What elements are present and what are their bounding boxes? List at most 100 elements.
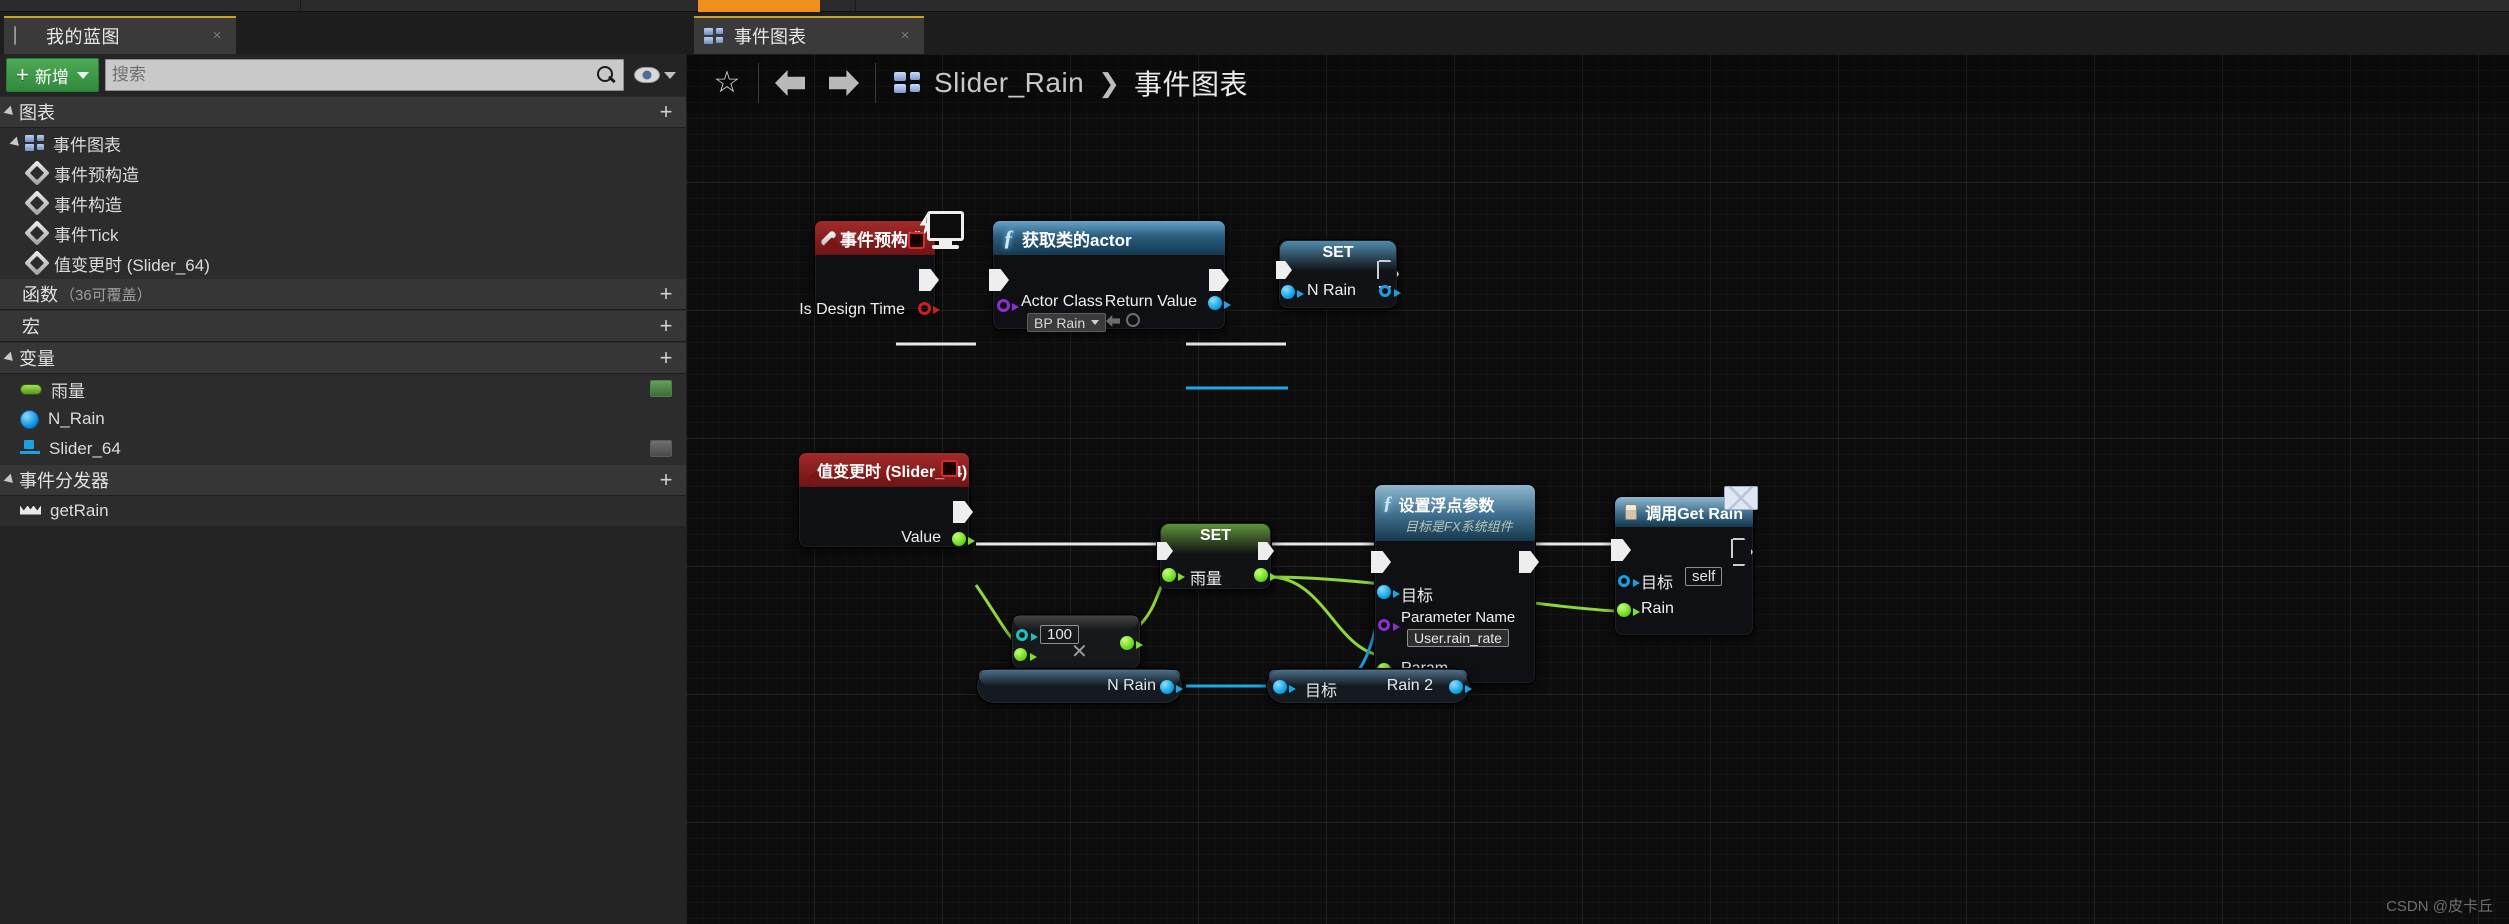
- exec-output-pin[interactable]: [953, 501, 973, 523]
- exec-output-pin[interactable]: [1377, 261, 1393, 279]
- parameter-name-input[interactable]: User.rain_rate: [1407, 629, 1509, 647]
- use-selected-icon[interactable]: [1106, 315, 1120, 327]
- stop-icon[interactable]: [941, 460, 958, 477]
- pin-label-rain: Rain: [1641, 600, 1674, 617]
- n-rain-input-pin[interactable]: [1281, 285, 1304, 299]
- add-dispatcher-button[interactable]: +: [656, 469, 676, 491]
- multiply-input-a-pin[interactable]: [1016, 629, 1038, 641]
- section-graphs[interactable]: 图表 +: [0, 96, 686, 128]
- add-variable-button[interactable]: +: [656, 347, 676, 369]
- rainfall-input-pin[interactable]: [1162, 568, 1185, 582]
- tab-event-graph[interactable]: 事件图表 ×: [694, 16, 924, 54]
- toolbar-item-browse[interactable]: [340, 0, 430, 12]
- actor-class-input-pin[interactable]: [997, 299, 1019, 312]
- exec-input-pin[interactable]: [1371, 551, 1391, 573]
- event-graph-canvas[interactable]: ☆ Slider_Rain ❯ 事件图表 事件预构造 Is Design Tim…: [686, 54, 2509, 924]
- search-icon[interactable]: [595, 64, 617, 86]
- diamond-icon: [24, 160, 50, 186]
- target-input-pin[interactable]: [1273, 680, 1296, 694]
- exec-input-pin[interactable]: [1611, 539, 1631, 561]
- exec-output-pin[interactable]: [1209, 269, 1229, 291]
- tab-my-blueprint[interactable]: 我的蓝图 ×: [4, 16, 236, 54]
- close-icon[interactable]: ×: [210, 28, 224, 43]
- tree-item-variable-rainfall[interactable]: 雨量: [0, 374, 686, 404]
- back-button[interactable]: [763, 55, 817, 111]
- expand-twisty-icon[interactable]: [3, 473, 17, 487]
- stop-icon[interactable]: [908, 232, 925, 249]
- target-input-pin[interactable]: [1377, 585, 1400, 599]
- diamond-icon: [24, 190, 50, 216]
- tree-item-label: 事件构造: [54, 195, 122, 215]
- target-input-pin[interactable]: [1618, 575, 1640, 587]
- add-graph-button[interactable]: +: [656, 101, 676, 123]
- node-set-rainfall[interactable]: SET 雨量: [1157, 522, 1277, 590]
- exec-output-pin[interactable]: [1731, 539, 1747, 558]
- tree-item-event-construct[interactable]: 事件构造: [0, 188, 686, 218]
- pin-label-target: 目标: [1641, 575, 1674, 592]
- add-macro-button[interactable]: +: [656, 315, 676, 337]
- section-macros[interactable]: 宏 +: [0, 310, 686, 342]
- app-root: 我的蓝图 × + 新增 图表 +: [0, 0, 2509, 924]
- node-get-n-rain[interactable]: N Rain: [976, 668, 1183, 704]
- tree-item-event-graph[interactable]: 事件图表: [0, 128, 686, 158]
- return-value-output-pin[interactable]: [1208, 296, 1231, 310]
- target-self-value[interactable]: self: [1685, 567, 1723, 586]
- multiply-operator-icon: ✕: [1071, 641, 1088, 663]
- tree-item-dispatcher-getrain[interactable]: getRain: [0, 496, 686, 526]
- visibility-dropdown-button[interactable]: [630, 67, 680, 83]
- node-get-actor-of-class[interactable]: ƒ 获取类的actor Actor Class BP Rain Return V…: [989, 220, 1231, 332]
- rainfall-output-pin[interactable]: [1254, 568, 1277, 582]
- forward-button[interactable]: [817, 55, 871, 111]
- n-rain-output-pin[interactable]: [1379, 285, 1401, 297]
- toolbar-item-diff[interactable]: [885, 0, 955, 12]
- multiply-input-b-pin[interactable]: [1014, 648, 1037, 661]
- search-input[interactable]: [111, 65, 595, 85]
- node-title: SET: [1199, 527, 1232, 544]
- variable-visibility-badge[interactable]: [650, 440, 672, 457]
- is-design-time-output-pin[interactable]: [918, 302, 940, 315]
- parameter-name-input-pin[interactable]: [1378, 619, 1400, 631]
- search-box[interactable]: [104, 59, 624, 91]
- exec-output-pin[interactable]: [1258, 542, 1274, 560]
- pin-label-is-design-time: Is Design Time: [799, 301, 905, 318]
- tree-item-label: 雨量: [51, 381, 85, 401]
- add-function-button[interactable]: +: [656, 283, 676, 305]
- tree-item-on-value-changed[interactable]: 值变更时 (Slider_64): [0, 248, 686, 278]
- expand-twisty-icon[interactable]: [9, 136, 23, 150]
- expand-twisty-icon[interactable]: [3, 351, 17, 365]
- pill-label-target: 目标: [1305, 683, 1338, 700]
- add-new-button[interactable]: + 新增: [6, 58, 99, 92]
- node-call-get-rain[interactable]: 调用Get Rain 目标 self Rain: [1611, 496, 1754, 636]
- section-variables[interactable]: 变量 +: [0, 342, 686, 374]
- exec-input-pin[interactable]: [989, 269, 1009, 291]
- tree-item-event-tick[interactable]: 事件Tick: [0, 218, 686, 248]
- actor-class-dropdown[interactable]: BP Rain: [1027, 313, 1107, 332]
- node-multiply[interactable]: 100 ✕: [1011, 614, 1143, 670]
- tree-item-variable-slider64[interactable]: Slider_64: [0, 434, 686, 464]
- rain-input-pin[interactable]: [1617, 603, 1640, 617]
- node-body: 目标 Parameter Name User.rain_rate Param: [1371, 541, 1539, 677]
- variable-visibility-badge[interactable]: [650, 380, 672, 397]
- expand-twisty-icon[interactable]: [3, 105, 17, 119]
- node-get-rain2[interactable]: 目标 Rain 2: [1266, 668, 1472, 704]
- toolbar-item-compile[interactable]: [698, 0, 820, 12]
- toolbar-item-save[interactable]: [70, 0, 160, 12]
- node-set-n-rain[interactable]: SET N Rain: [1276, 239, 1401, 309]
- multiply-output-pin[interactable]: [1120, 636, 1143, 650]
- section-event-dispatchers[interactable]: 事件分发器 +: [0, 464, 686, 496]
- rain2-output-pin[interactable]: [1449, 680, 1472, 694]
- node-set-float-parameter[interactable]: ƒ 设置浮点参数 目标是FX系统组件 目标 Parameter Name Use…: [1371, 484, 1539, 684]
- breadcrumb-root[interactable]: Slider_Rain: [934, 67, 1084, 99]
- pin-label-rainfall: 雨量: [1190, 571, 1223, 588]
- value-output-pin[interactable]: [952, 532, 975, 546]
- section-functions[interactable]: 函数 （36可覆盖） +: [0, 278, 686, 310]
- tree-item-event-preconstruct[interactable]: 事件预构造: [0, 158, 686, 188]
- browse-icon[interactable]: [1126, 313, 1140, 327]
- exec-output-pin[interactable]: [919, 269, 939, 291]
- tree-item-variable-n-rain[interactable]: N_Rain: [0, 404, 686, 434]
- close-icon[interactable]: ×: [898, 28, 912, 43]
- favorite-button[interactable]: ☆: [700, 55, 754, 111]
- graph-icon: [704, 28, 724, 44]
- exec-output-pin[interactable]: [1519, 551, 1539, 573]
- n-rain-output-pin[interactable]: [1160, 680, 1183, 694]
